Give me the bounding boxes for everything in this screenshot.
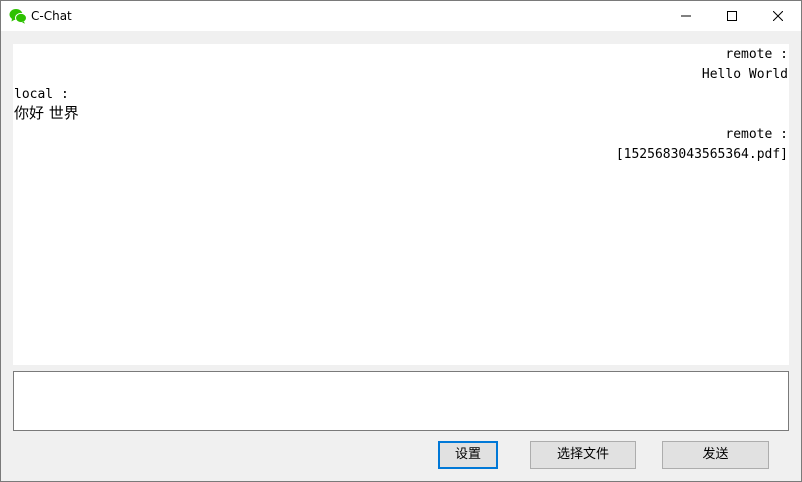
message-sender: remote : <box>725 127 788 142</box>
wechat-logo-icon <box>9 9 27 24</box>
minimize-icon <box>681 15 691 17</box>
message-text: 你好 世界 <box>14 104 79 122</box>
app-window: C-Chat remote : Hello World local : 你好 世… <box>0 0 802 482</box>
send-button[interactable]: 发送 <box>662 441 769 469</box>
close-button[interactable] <box>755 1 801 31</box>
window-title: C-Chat <box>31 9 72 23</box>
title-bar[interactable]: C-Chat <box>1 1 801 31</box>
choose-file-button[interactable]: 选择文件 <box>530 441 636 469</box>
minimize-button[interactable] <box>663 1 709 31</box>
maximize-button[interactable] <box>709 1 755 31</box>
message-sender: local : <box>14 87 69 102</box>
close-icon <box>773 11 783 21</box>
message-sender: remote : <box>725 47 788 62</box>
maximize-icon <box>727 11 737 21</box>
message-input[interactable] <box>13 371 789 431</box>
message-text: Hello World <box>701 67 788 82</box>
chat-history[interactable]: remote : Hello World local : 你好 世界 remot… <box>13 44 789 365</box>
settings-button[interactable]: 设置 <box>438 441 498 469</box>
message-attachment[interactable]: [1525683043565364.pdf] <box>616 145 788 164</box>
